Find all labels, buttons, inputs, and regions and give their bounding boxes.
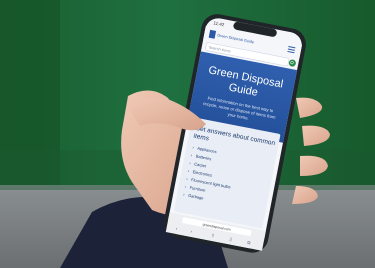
photo-scene: 11:42 Green Disposal Guide Search items …: [0, 0, 375, 268]
